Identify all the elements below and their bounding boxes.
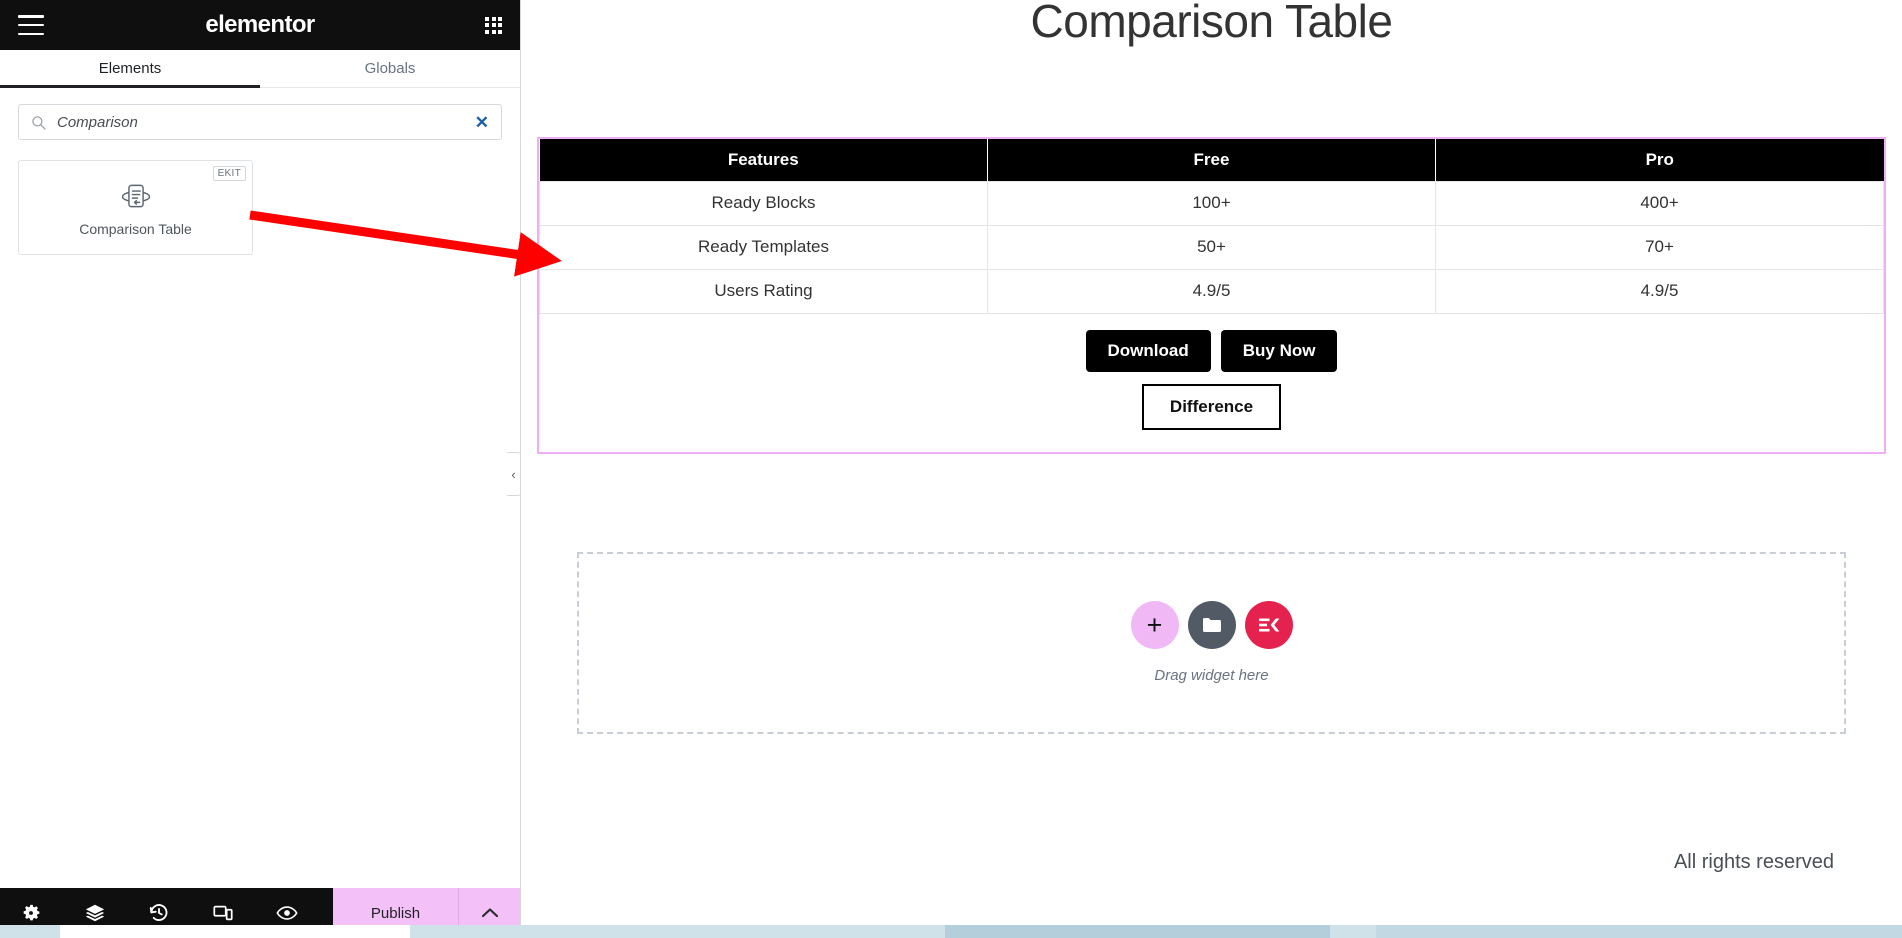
cell-pro: 70+ (1435, 224, 1884, 270)
layers-navigator-icon[interactable] (84, 902, 106, 924)
cell-free: 50+ (987, 224, 1436, 270)
buy-now-button[interactable]: Buy Now (1220, 329, 1338, 372)
canvas-scrollbar-thumb[interactable] (945, 925, 1330, 938)
editor-canvas: Comparison Table Features Free Pro Ready… (521, 0, 1902, 938)
page-title: Comparison Table (1030, 0, 1393, 47)
elementor-editor: elementor Elements Globals ✕ EKIT (0, 0, 1902, 938)
search-input[interactable] (57, 113, 467, 131)
close-icon[interactable]: ✕ (467, 114, 489, 131)
drop-zone-buttons: + (1130, 601, 1293, 650)
tab-elements[interactable]: Elements (0, 50, 260, 88)
table-row: Users Rating 4.9/5 4.9/5 (539, 268, 1884, 314)
widget-list: EKIT Comparison Table (18, 160, 502, 255)
folder-icon (1202, 618, 1221, 633)
cell-free: 100+ (987, 180, 1436, 226)
settings-gear-icon[interactable] (20, 902, 42, 924)
column-header-features: Features (539, 139, 988, 182)
hamburger-icon[interactable] (18, 15, 44, 35)
grid-apps-icon[interactable] (485, 16, 502, 34)
difference-button[interactable]: Difference (1141, 383, 1282, 430)
cell-feature: Ready Blocks (539, 180, 988, 226)
responsive-mode-icon[interactable] (212, 902, 234, 924)
history-icon[interactable] (148, 902, 170, 924)
panel-header: elementor (0, 0, 520, 50)
widget-badge: EKIT (212, 166, 246, 181)
widget-search-box[interactable]: ✕ (18, 104, 502, 140)
download-button[interactable]: Download (1085, 329, 1211, 372)
cell-feature: Users Rating (539, 268, 988, 314)
column-header-pro: Pro (1435, 139, 1884, 182)
comparison-table: Features Free Pro Ready Blocks 100+ 400+… (539, 139, 1884, 314)
column-header-free: Free (987, 139, 1436, 182)
preview-eye-icon[interactable] (276, 902, 298, 924)
canvas-scrollbar-track-segment[interactable] (1376, 925, 1902, 938)
drop-zone-label: Drag widget here (1154, 667, 1269, 685)
panel-tabs: Elements Globals (0, 50, 520, 88)
cell-feature: Ready Templates (539, 224, 988, 270)
cell-free: 4.9/5 (987, 268, 1436, 314)
cell-pro: 400+ (1435, 180, 1884, 226)
elementor-logo: elementor (205, 11, 315, 38)
panel-collapse-handle[interactable]: ‹ (507, 452, 521, 496)
panel-horizontal-scrollbar[interactable] (0, 925, 521, 938)
difference-button-row: Difference (539, 372, 1884, 452)
editor-panel: elementor Elements Globals ✕ EKIT (0, 0, 521, 938)
plus-icon: + (1146, 609, 1163, 640)
panel-scrollbar-thumb[interactable] (60, 925, 410, 938)
table-row: Ready Blocks 100+ 400+ (539, 180, 1884, 226)
drop-zone[interactable]: + Drag widget here (577, 551, 1846, 734)
tab-globals[interactable]: Globals (260, 50, 520, 87)
template-library-button[interactable] (1187, 601, 1236, 650)
ekit-library-button[interactable] (1244, 601, 1293, 650)
comparison-table-widget[interactable]: Features Free Pro Ready Blocks 100+ 400+… (537, 137, 1886, 454)
table-row: Ready Templates 50+ 70+ (539, 224, 1884, 270)
add-section-button[interactable]: + (1130, 601, 1179, 650)
widget-card-comparison-table[interactable]: EKIT Comparison Table (18, 160, 253, 255)
canvas-horizontal-scrollbar[interactable] (521, 925, 1902, 938)
panel-body: ✕ EKIT Comparison Table (0, 88, 520, 888)
comparison-table-icon (121, 184, 150, 207)
search-icon (32, 115, 46, 130)
footer-copyright: All rights reserved (1673, 851, 1834, 873)
widget-label: Comparison Table (79, 220, 192, 237)
table-header-row: Features Free Pro (539, 139, 1884, 182)
cell-pro: 4.9/5 (1435, 268, 1884, 314)
table-action-buttons: Download Buy Now (539, 314, 1884, 372)
ekit-logo-icon (1258, 618, 1279, 632)
